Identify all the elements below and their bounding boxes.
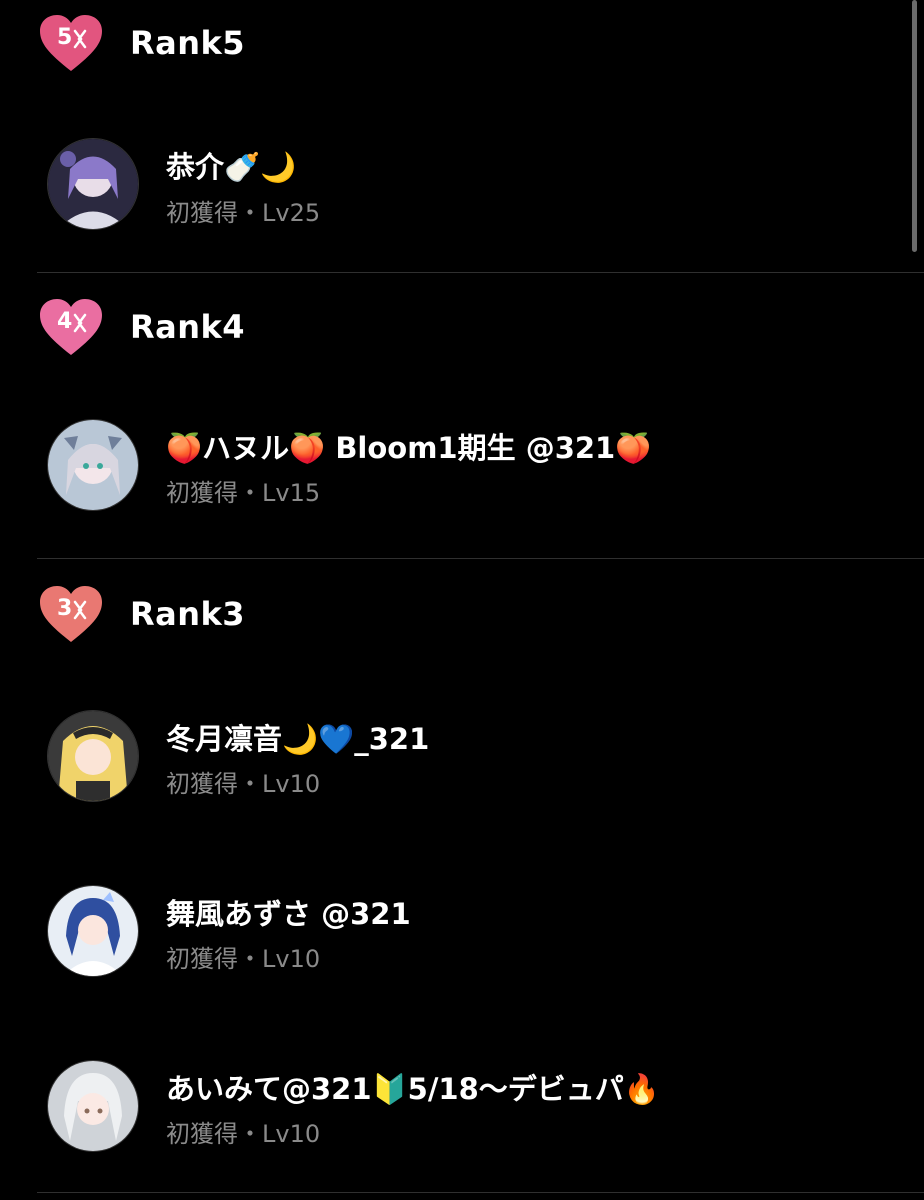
rank-header: 5 Rank5	[0, 0, 924, 90]
divider	[37, 1192, 924, 1193]
rank-header: 3 Rank3	[0, 558, 924, 668]
user-meta: 初獲得・Lv10	[166, 770, 321, 798]
rank-header: 4 Rank4	[0, 273, 924, 377]
user-meta: 初獲得・Lv10	[166, 1120, 321, 1148]
avatar[interactable]	[47, 1060, 139, 1152]
user-row[interactable]: 🍑ハヌル🍑 Bloom1期生 @321🍑 初獲得・Lv15	[0, 377, 924, 558]
svg-text:5: 5	[57, 25, 72, 50]
rank-title: Rank5	[130, 24, 246, 62]
rank-heart-icon: 5	[38, 13, 104, 73]
user-meta: 初獲得・Lv25	[166, 199, 321, 227]
user-name[interactable]: 🍑ハヌル🍑 Bloom1期生 @321🍑	[166, 425, 651, 467]
rank-heart-icon: 3	[38, 584, 104, 644]
rank-title: Rank3	[130, 595, 246, 633]
rank-title: Rank4	[130, 308, 246, 346]
avatar[interactable]	[47, 885, 139, 977]
user-name[interactable]: 恭介🍼🌙	[166, 144, 296, 186]
svg-text:3: 3	[57, 596, 72, 621]
rank-section-4: 4 Rank4 🍑ハヌル🍑 Bloom1期生 @321🍑 初獲得・Lv15	[0, 273, 924, 559]
user-row[interactable]: 冬月凛音🌙💙_321 初獲得・Lv10	[0, 668, 924, 843]
avatar[interactable]	[47, 710, 139, 802]
rank-section-3: 3 Rank3 冬月凛音🌙💙_321 初獲得・Lv10 舞風あずさ @321 初…	[0, 558, 924, 1193]
user-row[interactable]: あいみて@321🔰5/18〜デビュパ🔥 初獲得・Lv10	[0, 1018, 924, 1193]
user-row[interactable]: 舞風あずさ @321 初獲得・Lv10	[0, 843, 924, 1018]
user-meta: 初獲得・Lv15	[166, 479, 321, 507]
avatar[interactable]	[47, 419, 139, 511]
user-meta: 初獲得・Lv10	[166, 945, 321, 973]
user-name[interactable]: 冬月凛音🌙💙_321	[166, 716, 429, 758]
rank-section-5: 5 Rank5 恭介🍼🌙 初獲得・Lv25	[0, 0, 924, 273]
svg-text:4: 4	[57, 309, 72, 334]
user-name[interactable]: 舞風あずさ @321	[166, 891, 411, 933]
avatar[interactable]	[47, 138, 139, 230]
user-row[interactable]: 恭介🍼🌙 初獲得・Lv25	[0, 90, 924, 273]
rank-heart-icon: 4	[38, 297, 104, 357]
user-name[interactable]: あいみて@321🔰5/18〜デビュパ🔥	[166, 1066, 660, 1108]
